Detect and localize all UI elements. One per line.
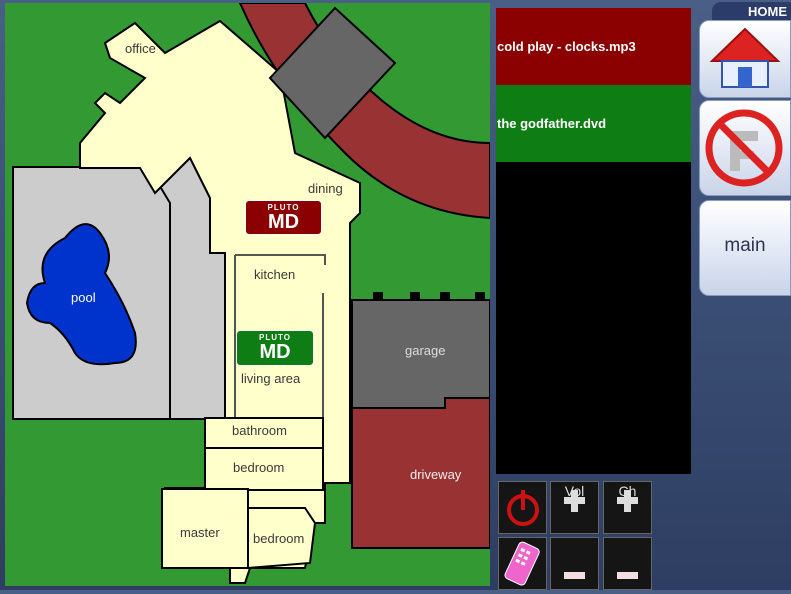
floorplan-map[interactable]: office dining kitchen pool living area g… [5,3,490,586]
room-label-dining: dining [308,181,343,196]
volume-down-button[interactable] [550,537,599,590]
room-label-pool: pool [71,290,96,305]
media-director-badge-dining[interactable]: PLUTO MD [245,200,322,235]
media-list-panel: cold play - clocks.mp3 the godfather.dvd [496,8,691,474]
channel-down-button[interactable] [603,537,652,590]
room-label-living-area: living area [241,371,301,386]
room-label-master: master [180,525,220,540]
room-label-kitchen: kitchen [254,267,295,282]
remote-icon [504,541,540,586]
floorplan-toggle-button[interactable] [699,100,791,196]
media-item-clocks[interactable]: cold play - clocks.mp3 [496,8,691,85]
badge-md-text: MD [259,341,291,363]
volume-button[interactable]: Vol [550,481,599,534]
media-director-badge-living[interactable]: PLUTO MD [236,330,314,366]
power-icon [507,490,539,526]
plus-icon [564,490,585,512]
room-label-garage: garage [405,343,445,358]
room-label-office: office [125,41,156,56]
room-label-bedroom: bedroom [233,460,284,475]
power-button[interactable] [498,481,547,534]
room-label-bathroom: bathroom [232,423,287,438]
main-label: main [724,235,766,256]
minus-icon [564,572,585,579]
media-item-label: the godfather.dvd [497,116,607,131]
badge-md-text: MD [267,211,300,233]
channel-button[interactable]: Ch [603,481,652,534]
remote-button[interactable] [498,537,547,590]
home-button[interactable] [699,20,791,98]
no-floorplan-icon [705,109,783,187]
home-tab-label[interactable]: HOME [712,2,791,21]
media-item-label: cold play - clocks.mp3 [497,39,636,54]
minus-icon [617,572,638,579]
house-icon [709,27,781,88]
room-label-bedroom-2: bedroom [253,531,304,546]
plus-icon [617,490,638,512]
main-button[interactable]: main [699,200,791,296]
room-label-driveway: driveway [410,467,462,482]
media-item-godfather[interactable]: the godfather.dvd [496,85,691,162]
